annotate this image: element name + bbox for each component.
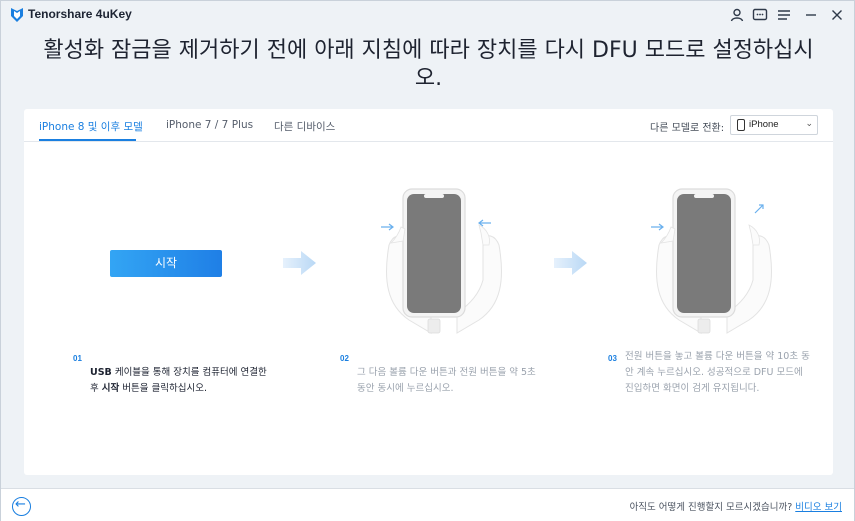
chevron-down-icon: ⌄ xyxy=(805,119,813,129)
app-title: Tenorshare 4uKey xyxy=(28,7,132,21)
watch-video-link[interactable]: 비디오 보기 xyxy=(795,502,842,513)
active-tab-indicator xyxy=(39,139,136,141)
tab-iphone-8-later[interactable]: iPhone 8 및 이후 모델 xyxy=(39,119,143,134)
phone-icon xyxy=(737,119,745,131)
step-3-number: 03 xyxy=(608,354,617,363)
close-icon[interactable] xyxy=(828,6,846,24)
step-3-text: 전원 버튼을 놓고 볼륨 다운 버튼을 약 10초 동안 계속 누르십시오. 성… xyxy=(625,351,810,394)
back-button[interactable]: ← xyxy=(12,497,31,516)
step-1-strong-usb: USB xyxy=(90,367,112,378)
step-2-number: 02 xyxy=(340,354,349,363)
feedback-icon[interactable] xyxy=(751,6,769,24)
step-2-text: 그 다음 볼륨 다운 버튼과 전원 버튼을 약 5초 동안 동시에 누르십시오. xyxy=(357,367,536,394)
tab-other-devices[interactable]: 다른 디바이스 xyxy=(274,119,335,134)
instruction-card: iPhone 8 및 이후 모델 iPhone 7 / 7 Plus 다른 디바… xyxy=(24,109,833,475)
minimize-icon[interactable] xyxy=(802,6,820,24)
phone-hold-volume-down-illustration xyxy=(651,188,772,334)
app-window: Tenorshare 4uKey 활성화 잠금을 제거하기 전에 아래 지침에 … xyxy=(0,0,855,521)
arrow-right-icon xyxy=(283,251,316,275)
page-heading: 활성화 잠금을 제거하기 전에 아래 지침에 따라 장치를 다시 DFU 모드로… xyxy=(43,38,814,91)
phone-press-both-buttons-illustration xyxy=(381,188,502,334)
help-text: 아직도 어떻게 진행할지 모르시겠습니까? 비디오 보기 xyxy=(630,499,842,513)
bottom-bar: ← 아직도 어떻게 진행할지 모르시겠습니까? 비디오 보기 xyxy=(1,488,854,521)
model-select-value: iPhone xyxy=(749,119,779,130)
model-select[interactable]: iPhone ⌄ xyxy=(730,115,818,135)
tab-iphone-7[interactable]: iPhone 7 / 7 Plus xyxy=(166,119,253,131)
app-logo-icon xyxy=(11,8,23,22)
model-tabs: iPhone 8 및 이후 모델 iPhone 7 / 7 Plus 다른 디바… xyxy=(24,109,833,142)
step-1-strong-start: 시작 xyxy=(101,383,120,394)
title-bar: Tenorshare 4uKey xyxy=(1,1,854,29)
model-switch-label: 다른 모델로 전환: xyxy=(650,123,725,134)
arrow-right-icon xyxy=(554,251,587,275)
step-1-text-part2: 버튼을 클릭하십시오. xyxy=(119,383,207,394)
arrow-left-icon: ← xyxy=(15,497,26,512)
step-1-number: 01 xyxy=(73,354,82,363)
help-question: 아직도 어떻게 진행할지 모르시겠습니까? xyxy=(629,502,796,513)
start-button[interactable]: 시작 xyxy=(110,250,222,277)
step-1-text: USB 케이블을 통해 장치를 컴퓨터에 연결한 후 시작 버튼을 클릭하십시오… xyxy=(90,365,270,397)
account-icon[interactable] xyxy=(728,6,746,24)
menu-icon[interactable] xyxy=(775,6,793,24)
